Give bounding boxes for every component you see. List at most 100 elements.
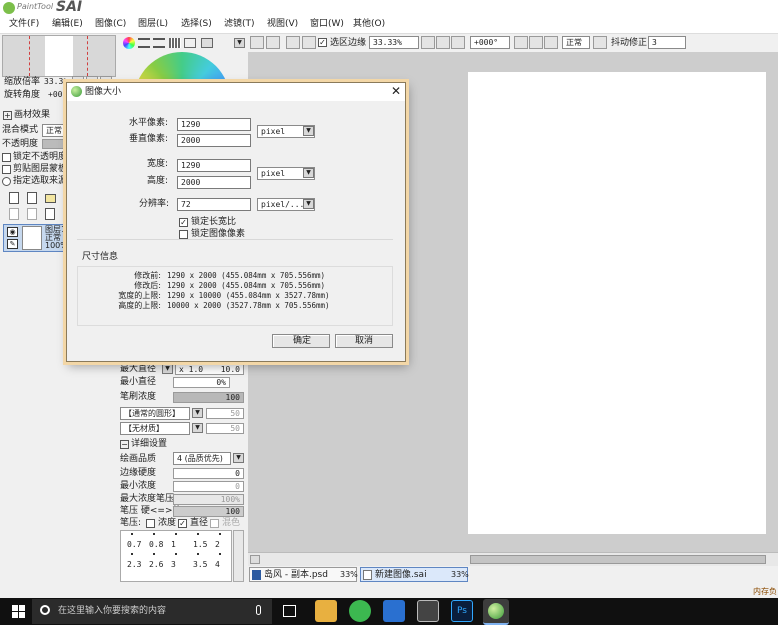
rotate-right-button[interactable] — [529, 36, 543, 49]
clear-layer-icon[interactable] — [45, 208, 55, 220]
v-pixels-input[interactable]: 2000 — [177, 134, 251, 147]
zoom-out-button[interactable] — [421, 36, 435, 49]
redo-button[interactable] — [266, 36, 280, 49]
new-linework-layer-icon[interactable] — [27, 192, 37, 204]
brush-size-preset[interactable]: 0.8 — [149, 539, 163, 551]
brush-size-preset[interactable]: 3.5 — [193, 559, 207, 571]
doc-tab-1[interactable]: 岛风 - 副本.psd 33% — [249, 567, 358, 582]
max-size-dropdown[interactable]: ▼ — [162, 364, 173, 374]
canvas[interactable] — [468, 72, 766, 534]
brush-texture-dropdown[interactable]: ▼ — [192, 423, 203, 433]
pressure-density-checkbox[interactable] — [146, 519, 155, 528]
hscroll-thumb[interactable] — [470, 555, 766, 564]
size-unit-dropdown[interactable]: ▼ — [303, 168, 314, 178]
merge-down-icon[interactable] — [27, 208, 37, 220]
blend-mode-button[interactable] — [593, 36, 607, 49]
menu-item[interactable]: 视图(V) — [267, 18, 298, 30]
pixel-unit-dropdown[interactable]: ▼ — [303, 126, 314, 136]
presets-scrollbar[interactable] — [233, 530, 244, 582]
rotate-reset-button[interactable] — [544, 36, 558, 49]
lock-opacity-checkbox[interactable] — [2, 153, 11, 162]
navigator-preview[interactable] — [2, 35, 116, 77]
brush-size-preset[interactable]: 1.5 — [193, 539, 207, 551]
detail-toggle-icon[interactable]: − — [120, 440, 129, 449]
selection-source-radio[interactable] — [2, 177, 11, 186]
brush-size-preset[interactable]: 3 — [171, 559, 176, 571]
zoom-in-button[interactable] — [436, 36, 450, 49]
clipping-mask-checkbox[interactable] — [2, 165, 11, 174]
deselect-button[interactable] — [286, 36, 300, 49]
brush-size-preset[interactable]: 2 — [215, 539, 220, 551]
color-panel-menu-icon[interactable]: ▼ — [234, 38, 245, 48]
quality-select[interactable]: 4 (品质优先) — [173, 452, 231, 465]
color-wheel-tab-icon[interactable] — [123, 37, 135, 49]
horizontal-scrollbar[interactable] — [248, 552, 778, 566]
brush-texture-select[interactable]: 【无材质】 — [120, 422, 190, 435]
density-slider[interactable]: 100 — [173, 392, 244, 403]
taskbar-search-box[interactable]: 在这里输入你要搜索的内容 — [32, 599, 272, 624]
menu-item[interactable]: 其他(O) — [353, 18, 385, 30]
transfer-down-icon[interactable] — [9, 208, 19, 220]
max-pressure-slider[interactable]: 100% — [173, 494, 244, 505]
min-size-slider[interactable]: 0% — [173, 377, 230, 388]
h-pixels-input[interactable]: 1290 — [177, 118, 251, 131]
brush-texture-slider[interactable]: 50 — [206, 423, 244, 434]
invert-selection-button[interactable] — [302, 36, 316, 49]
pressure-slider[interactable]: 100 — [173, 506, 244, 517]
dialog-close-icon[interactable]: ✕ — [391, 85, 401, 97]
max-size-slider[interactable]: x 1.0 10.0 — [175, 364, 244, 375]
layer-visibility-eye-icon[interactable]: ◉ — [7, 227, 18, 237]
menu-item[interactable]: 窗口(W) — [310, 18, 344, 30]
width-input[interactable]: 1290 — [177, 159, 251, 172]
new-layer-icon[interactable] — [9, 192, 19, 204]
undo-button[interactable] — [250, 36, 264, 49]
hsv-slider-tab-icon[interactable] — [153, 38, 165, 48]
task-view-icon[interactable] — [283, 605, 296, 617]
menu-item[interactable]: 图层(L) — [138, 18, 168, 30]
brush-shape-dropdown[interactable]: ▼ — [192, 408, 203, 418]
brush-shape-select[interactable]: 【通常的圆形】 — [120, 407, 190, 420]
file-explorer-icon[interactable] — [315, 600, 337, 622]
selection-edge-checkbox[interactable]: ✓ — [318, 38, 327, 47]
menu-item[interactable]: 图像(C) — [95, 18, 126, 30]
browser-icon[interactable] — [349, 600, 371, 622]
new-folder-icon[interactable] — [45, 194, 56, 203]
uplay-icon[interactable] — [383, 600, 405, 622]
brush-size-preset[interactable]: 4 — [215, 559, 220, 571]
effects-toggle-icon[interactable]: + — [3, 111, 12, 120]
doc-tab-2[interactable]: 新建图像.sai 33% — [360, 567, 469, 582]
rotate-left-button[interactable] — [514, 36, 528, 49]
stabilizer-field[interactable]: 3 — [648, 36, 686, 49]
paint-tool-sai-icon[interactable] — [483, 599, 509, 625]
height-input[interactable]: 2000 — [177, 176, 251, 189]
menu-item[interactable]: 滤镜(T) — [224, 18, 255, 30]
menu-item[interactable]: 文件(F) — [9, 18, 39, 30]
rotation-field[interactable]: +000° — [470, 36, 510, 49]
pressure-size-checkbox[interactable]: ✓ — [178, 519, 187, 528]
brush-size-preset[interactable]: 2.6 — [149, 559, 163, 571]
lock-ratio-checkbox[interactable]: ✓ — [179, 218, 188, 227]
photoshop-icon[interactable]: Ps — [451, 600, 473, 622]
menu-item[interactable]: 选择(S) — [181, 18, 212, 30]
brush-size-preset[interactable]: 0.7 — [127, 539, 141, 551]
resolution-unit-dropdown[interactable]: ▼ — [303, 199, 314, 209]
photos-icon[interactable] — [417, 600, 439, 622]
blend-mode-select[interactable]: 正常 — [562, 36, 590, 49]
microphone-icon[interactable] — [256, 605, 261, 615]
ok-button[interactable]: 确定 — [272, 334, 330, 348]
edge-hardness-slider[interactable]: 0 — [173, 468, 244, 479]
pressure-blend-checkbox[interactable] — [210, 519, 219, 528]
resolution-input[interactable]: 72 — [177, 198, 251, 211]
min-density-slider[interactable]: 0 — [173, 481, 244, 492]
quality-dropdown[interactable]: ▼ — [233, 453, 244, 463]
zoom-reset-button[interactable] — [451, 36, 465, 49]
brush-size-preset[interactable]: 2.3 — [127, 559, 141, 571]
windows-start-icon[interactable] — [12, 605, 25, 618]
menu-item[interactable]: 编辑(E) — [52, 18, 83, 30]
palette-tab-icon[interactable] — [184, 38, 196, 48]
brush-size-preset[interactable]: 1 — [171, 539, 176, 551]
brush-shape-slider[interactable]: 50 — [206, 408, 244, 419]
lock-pixels-checkbox[interactable] — [179, 230, 188, 239]
scratchpad-tab-icon[interactable] — [201, 38, 213, 48]
rgb-slider-tab-icon[interactable] — [138, 38, 150, 48]
